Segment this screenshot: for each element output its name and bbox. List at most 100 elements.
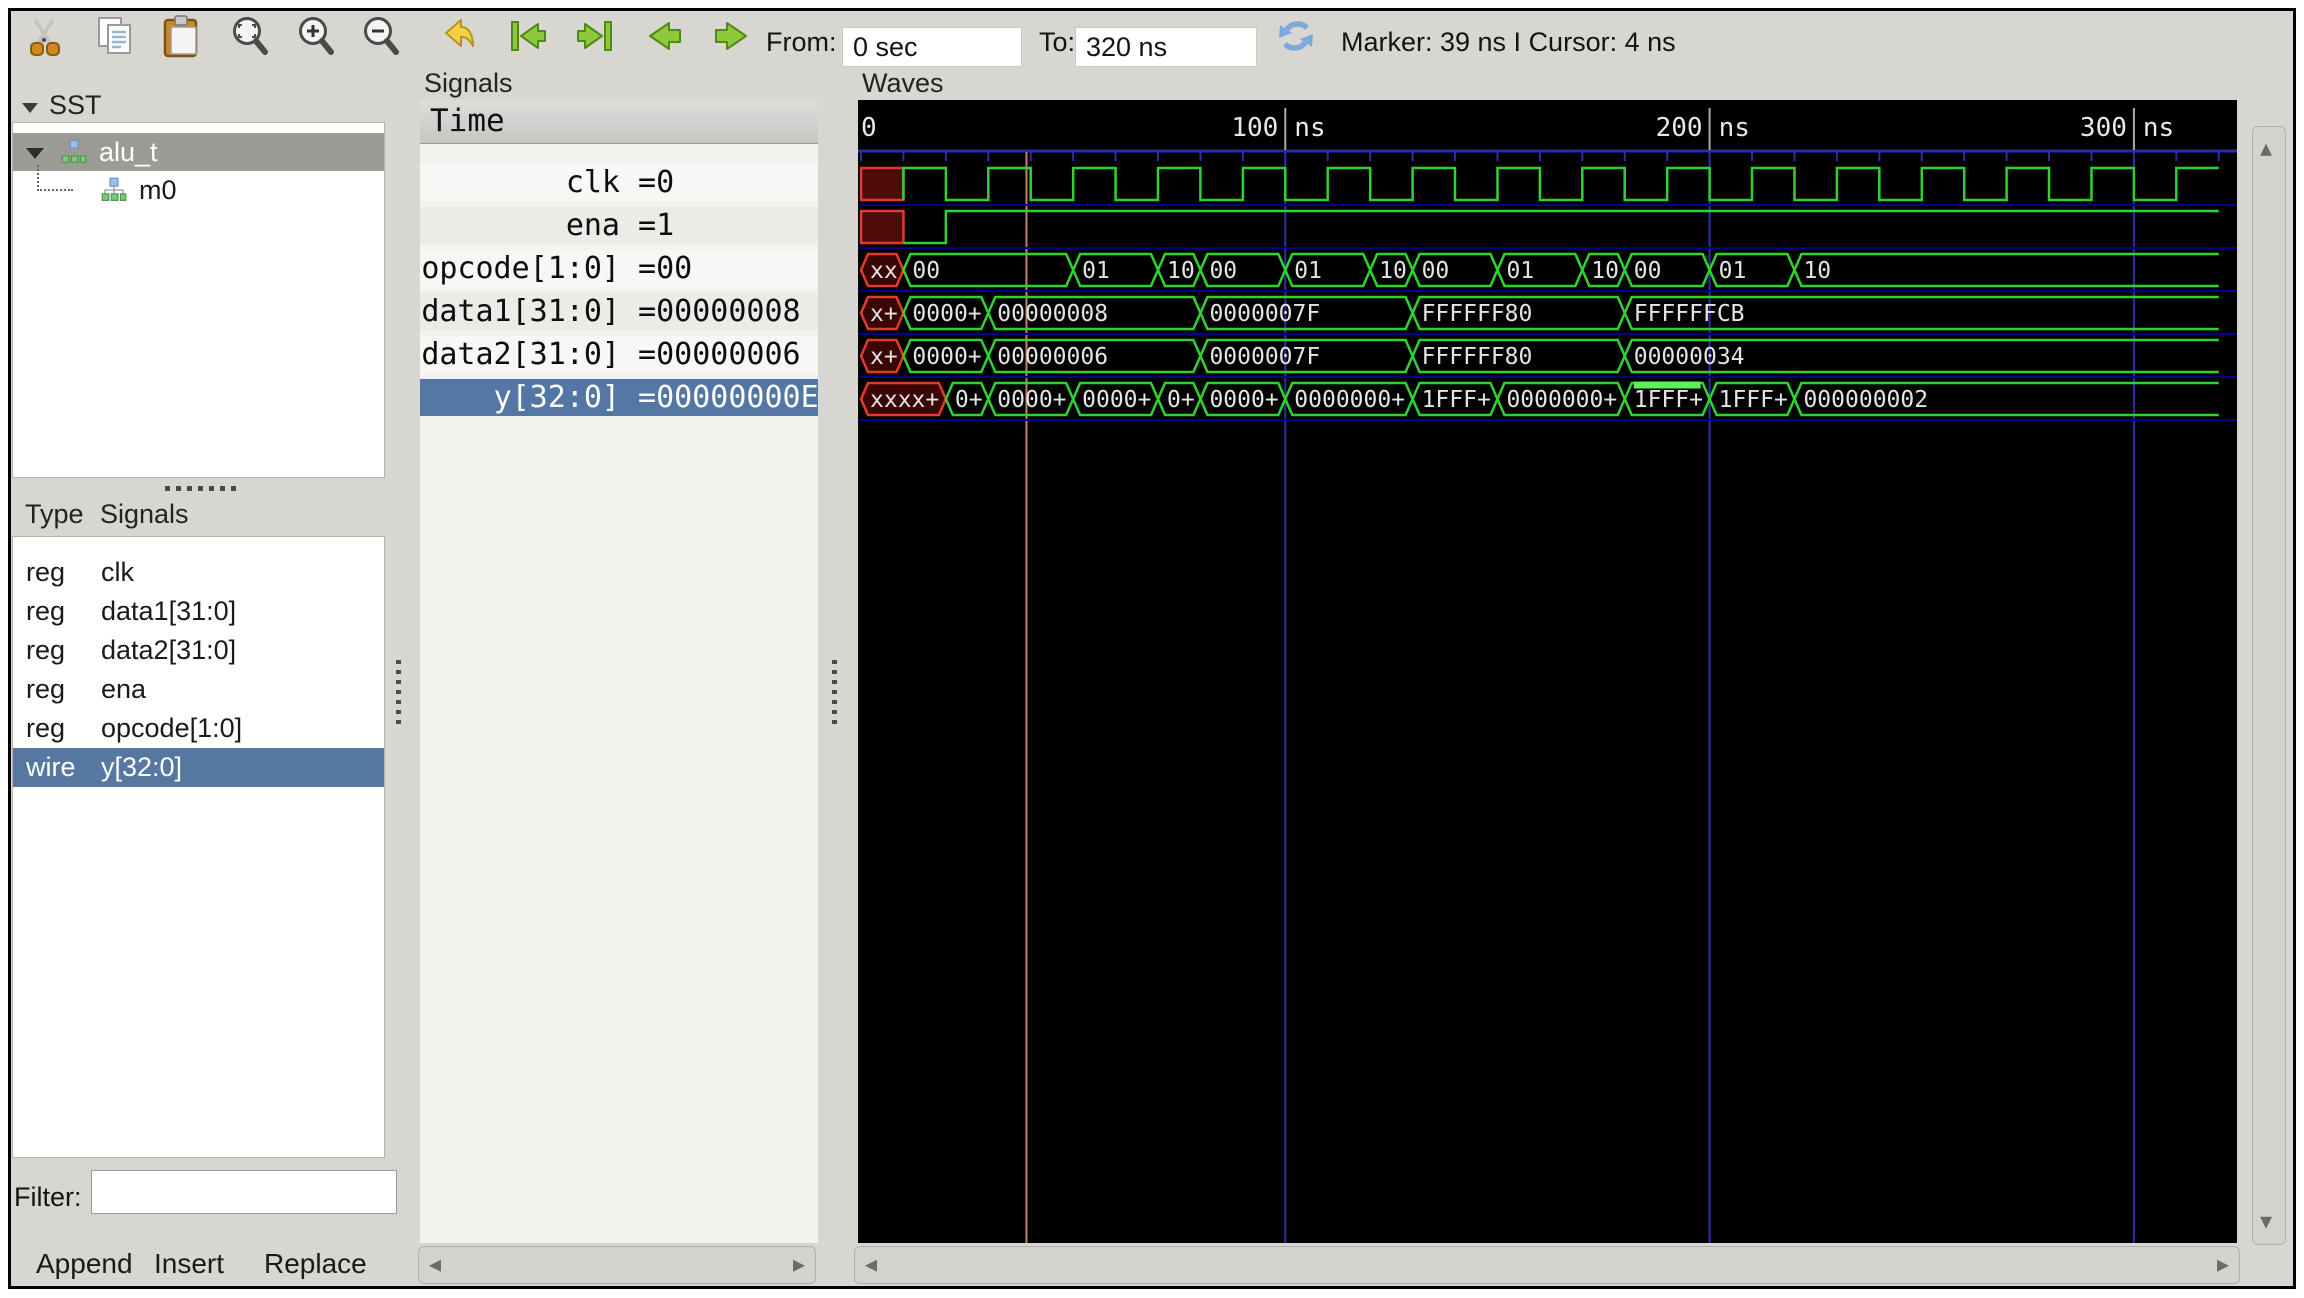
- svg-text:00000034: 00000034: [1634, 344, 1745, 370]
- signal-value: =0: [620, 165, 674, 200]
- waves-vscrollbar[interactable]: ▴ ▾: [2252, 126, 2286, 1245]
- from-label: From:: [766, 25, 837, 59]
- scroll-down-icon[interactable]: ▾: [2260, 1210, 2272, 1234]
- pane-grip-vertical[interactable]: [396, 660, 401, 730]
- svg-text:01: 01: [1294, 258, 1322, 284]
- signal-type: wire: [26, 748, 76, 787]
- fetch-right-button[interactable]: [572, 13, 618, 59]
- svg-text:01: 01: [1719, 258, 1747, 284]
- signals-value-row-opcode[1:0][interactable]: opcode[1:0] =00: [420, 250, 818, 287]
- undo-button[interactable]: [436, 13, 482, 59]
- svg-text:xxxx+: xxxx+: [870, 387, 939, 413]
- sst-tree: alu_t m0: [12, 122, 385, 478]
- pane-grip-horizontal[interactable]: [165, 486, 241, 491]
- svg-text:0000+: 0000+: [997, 387, 1066, 413]
- scroll-left-icon[interactable]: ◂: [429, 1253, 441, 1277]
- zoom-fit-button[interactable]: [227, 13, 273, 59]
- filter-label: Filter:: [14, 1176, 82, 1218]
- signals-value-row-data2[31:0][interactable]: data2[31:0] =00000006: [420, 336, 818, 373]
- signals-panel-title: Signals: [424, 68, 513, 98]
- waves-hscrollbar[interactable]: ◂ ▸: [854, 1246, 2240, 1284]
- replace-button[interactable]: Replace: [264, 1244, 367, 1284]
- signal-name: clk: [420, 164, 620, 201]
- svg-text:1FFF+: 1FFF+: [1719, 387, 1788, 413]
- scroll-left-icon[interactable]: ◂: [865, 1253, 877, 1277]
- signal-browser-row-clk[interactable]: regclk: [13, 553, 384, 592]
- svg-text:0+: 0+: [1167, 387, 1195, 413]
- gtkwave-window: From: To: Marker: 39 ns I Cursor: 4 ns S…: [8, 8, 2296, 1289]
- svg-text:0+: 0+: [955, 387, 983, 413]
- signal-type: reg: [26, 631, 65, 670]
- signal-name: data2[31:0]: [420, 336, 620, 373]
- svg-text:00: 00: [912, 258, 940, 284]
- cut-button[interactable]: [22, 13, 68, 59]
- zoom-in-button[interactable]: [293, 13, 339, 59]
- svg-text:x+: x+: [870, 344, 898, 370]
- pane-grip-vertical[interactable]: [832, 660, 837, 730]
- waveform-svg: 0100ns200ns300nsxx0001100001100001100001…: [858, 100, 2237, 1243]
- svg-text:10: 10: [1591, 258, 1619, 284]
- fetch-left-button[interactable]: [505, 13, 551, 59]
- tree-item-m0[interactable]: m0: [13, 171, 384, 209]
- from-input[interactable]: [842, 27, 1022, 67]
- signal-name: y[32:0]: [101, 748, 182, 787]
- svg-text:00: 00: [1634, 258, 1662, 284]
- signals-value-row-data1[31:0][interactable]: data1[31:0] =00000008: [420, 293, 818, 330]
- signal-browser-row-opcode[1:0][interactable]: regopcode[1:0]: [13, 709, 384, 748]
- svg-text:ns: ns: [2143, 113, 2174, 143]
- svg-text:FFFFFFCB: FFFFFFCB: [1634, 301, 1745, 327]
- to-input[interactable]: [1075, 27, 1257, 67]
- scroll-right-icon[interactable]: ▸: [2217, 1253, 2229, 1277]
- waves-canvas[interactable]: 0100ns200ns300nsxx0001100001100001100001…: [858, 100, 2237, 1243]
- signal-value: =00000006: [620, 337, 801, 372]
- svg-text:x+: x+: [870, 301, 898, 327]
- filter-input[interactable]: [91, 1170, 397, 1214]
- signals-value-row-y[32:0][interactable]: y[32:0] =00000000E: [420, 379, 818, 416]
- signal-browser-row-data1[31:0][interactable]: regdata1[31:0]: [13, 592, 384, 631]
- tree-item-label: m0: [139, 171, 177, 209]
- append-button[interactable]: Append: [36, 1244, 133, 1284]
- signal-type: reg: [26, 553, 65, 592]
- svg-text:0000+: 0000+: [1082, 387, 1151, 413]
- svg-text:0000007F: 0000007F: [1209, 344, 1320, 370]
- signals-value-row-clk[interactable]: clk =0: [420, 164, 818, 201]
- svg-text:0000+: 0000+: [1209, 387, 1278, 413]
- svg-text:1FFF+: 1FFF+: [1634, 387, 1703, 413]
- svg-text:100: 100: [1231, 113, 1278, 143]
- waves-panel-title: Waves: [862, 68, 944, 98]
- scroll-right-icon[interactable]: ▸: [793, 1253, 805, 1277]
- paste-button[interactable]: [158, 13, 204, 59]
- tree-expander-icon[interactable]: [25, 145, 45, 161]
- svg-text:0000000+: 0000000+: [1506, 387, 1617, 413]
- time-column-header[interactable]: Time: [420, 100, 818, 144]
- svg-text:0000000+: 0000000+: [1294, 387, 1405, 413]
- svg-text:10: 10: [1803, 258, 1831, 284]
- zoom-out-button[interactable]: [358, 13, 404, 59]
- module-icon: [61, 139, 87, 165]
- signals-value-row-ena[interactable]: ena =1: [420, 207, 818, 244]
- svg-text:000000002: 000000002: [1803, 387, 1928, 413]
- shift-right-button[interactable]: [709, 13, 755, 59]
- signal-browser-row-data2[31:0][interactable]: regdata2[31:0]: [13, 631, 384, 670]
- reload-button[interactable]: [1273, 13, 1319, 59]
- signal-browser-row-ena[interactable]: regena: [13, 670, 384, 709]
- copy-button[interactable]: [92, 13, 138, 59]
- signal-browser-row-y[32:0][interactable]: wire y[32:0]: [13, 748, 384, 787]
- insert-button[interactable]: Insert: [154, 1244, 224, 1284]
- scroll-up-icon[interactable]: ▴: [2260, 137, 2272, 161]
- svg-text:00000006: 00000006: [997, 344, 1108, 370]
- svg-text:00: 00: [1422, 258, 1450, 284]
- signal-value: =00000008: [620, 294, 801, 329]
- signal-name: opcode[1:0]: [101, 709, 242, 748]
- svg-text:1FFF+: 1FFF+: [1422, 387, 1491, 413]
- sst-collapse-icon[interactable]: [20, 97, 42, 117]
- svg-text:0000+: 0000+: [912, 344, 981, 370]
- signal-name: ena: [101, 670, 146, 709]
- sst-title: SST: [49, 90, 102, 120]
- signal-name: ena: [420, 207, 620, 244]
- shift-left-button[interactable]: [641, 13, 687, 59]
- signals-hscrollbar[interactable]: ◂ ▸: [418, 1246, 816, 1284]
- svg-text:xx: xx: [870, 258, 898, 284]
- signal-name: data1[31:0]: [101, 592, 236, 631]
- scissors-pivot: [42, 38, 46, 42]
